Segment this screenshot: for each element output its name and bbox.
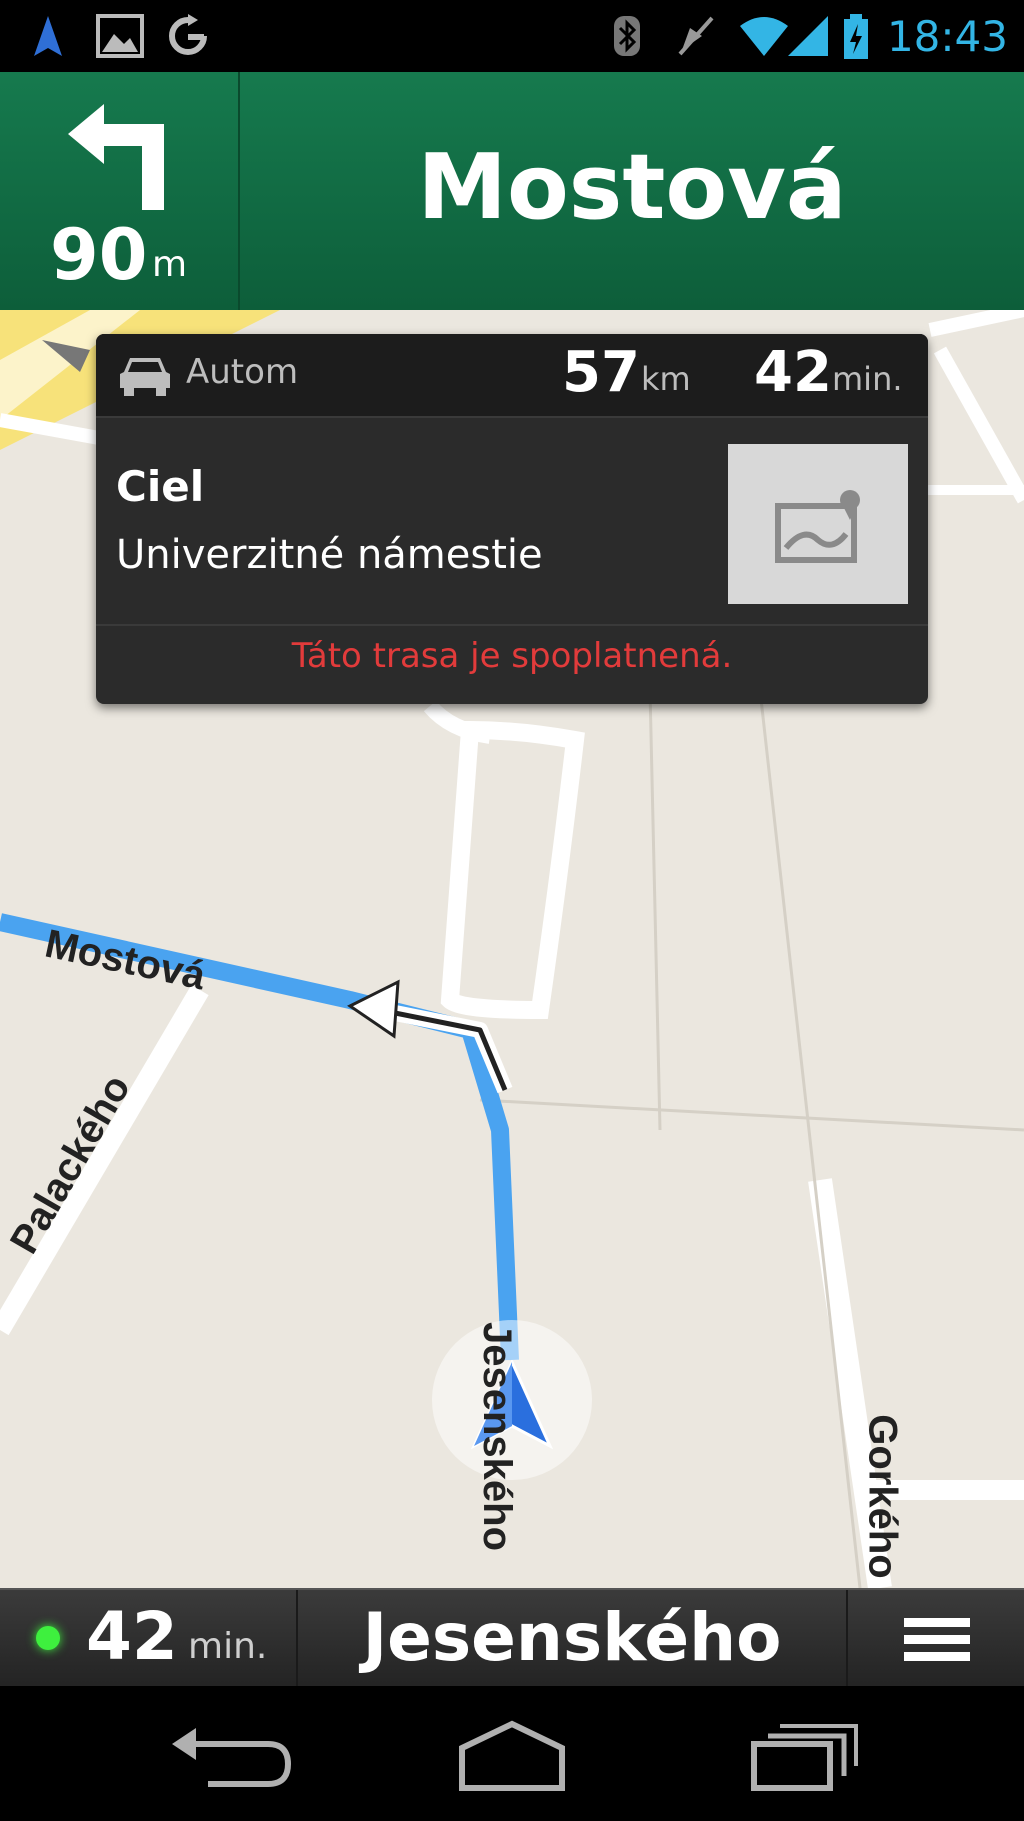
bluetooth-icon (614, 16, 640, 56)
menu-button[interactable] (848, 1590, 1024, 1688)
destination-title: Ciel (116, 462, 205, 511)
turn-distance-value: 90 (50, 214, 148, 296)
navigation-icon (34, 16, 62, 56)
turn-distance-unit: m (152, 244, 188, 285)
map-placeholder-icon (775, 490, 860, 563)
route-summary-bar: Autom 57 km 42 min. (96, 334, 928, 418)
destination-thumbnail[interactable] (728, 444, 908, 604)
home-icon (459, 1720, 565, 1791)
bottom-status-bar[interactable]: 42 min. Jesenského (0, 1588, 1024, 1688)
toll-warning: Táto trasa je spoplatnená. (291, 636, 733, 676)
back-button[interactable] (148, 1704, 308, 1804)
mute-icon (678, 16, 714, 56)
route-time-value: 42 (754, 340, 832, 405)
menu-icon (904, 1618, 970, 1661)
map-label-jesenskeho: Jesenského (475, 1321, 520, 1552)
route-time-unit: min. (832, 360, 903, 398)
wifi-icon (740, 17, 788, 56)
status-bar: 18:43 (0, 0, 1024, 72)
map-label-gorkeho: Gorkého (860, 1414, 905, 1579)
traffic-indicator-dot (36, 1626, 60, 1650)
car-icon (120, 358, 170, 396)
system-navigation-bar (0, 1686, 1024, 1821)
recent-apps-button[interactable] (722, 1704, 882, 1804)
navigation-screen: 18:43 90 m Mostová Mostová Palackého Jes… (0, 0, 1024, 1821)
back-icon (172, 1728, 292, 1787)
signal-icon (788, 16, 828, 56)
route-info-card[interactable]: Autom 57 km 42 min. Ciel Univerzitné nám… (96, 334, 928, 704)
recent-apps-icon (751, 1724, 858, 1791)
destination-address: Univerzitné námestie (116, 532, 543, 578)
turn-left-icon (68, 104, 164, 210)
battery-icon (844, 14, 868, 59)
next-street-name: Mostová (417, 135, 847, 240)
turn-instruction-panel[interactable]: 90 m (0, 72, 240, 310)
sync-icon (169, 14, 207, 55)
travel-mode-label: Autom (186, 352, 299, 392)
card-divider (96, 624, 928, 626)
eta-unit: min. (188, 1626, 268, 1667)
route-distance-unit: km (641, 360, 691, 398)
eta-value: 42 (86, 1598, 178, 1675)
picture-icon (96, 14, 144, 58)
home-button[interactable] (432, 1704, 592, 1804)
route-distance-value: 57 (562, 340, 640, 405)
status-clock: 18:43 (886, 12, 1008, 61)
current-street-name: Jesenského (362, 1599, 782, 1676)
navigation-header[interactable]: 90 m Mostová (0, 72, 1024, 312)
